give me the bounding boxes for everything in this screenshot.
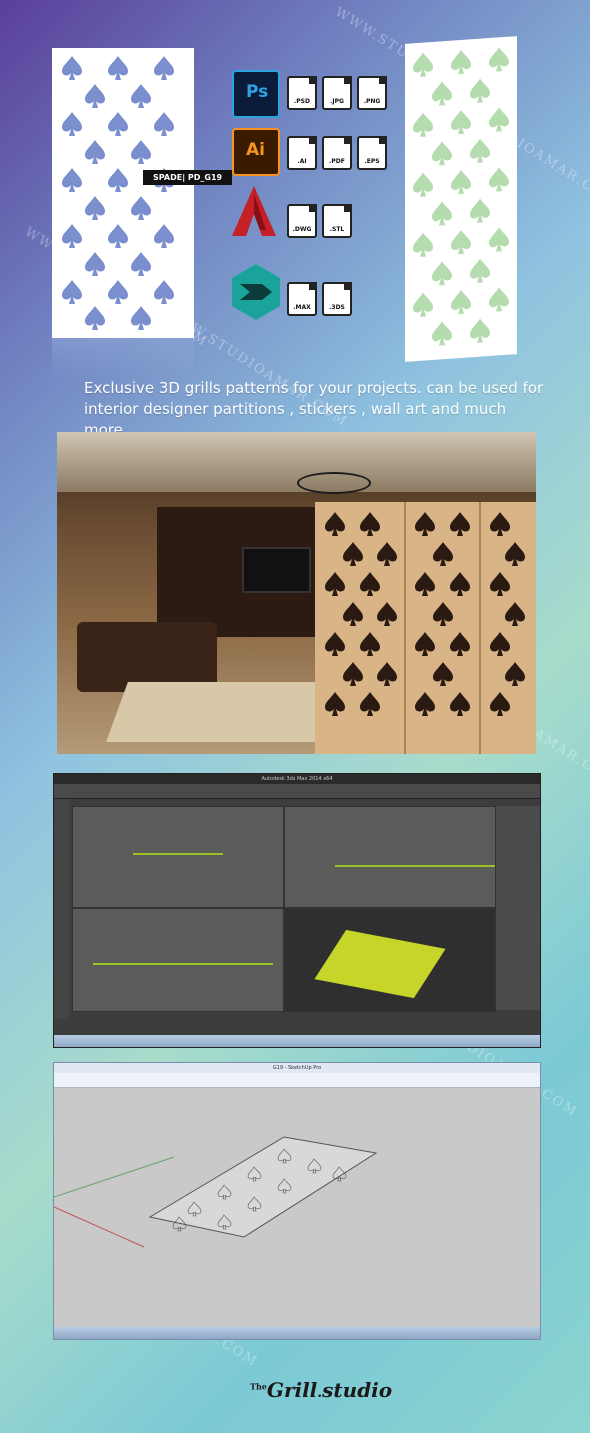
viewport-left[interactable] xyxy=(72,908,284,1012)
product-tag: SPADE| PD_G19 xyxy=(143,170,233,185)
spade-panel-front xyxy=(52,48,194,338)
jpg-file-icon: .JPG xyxy=(322,76,352,110)
left-toolbar[interactable] xyxy=(54,799,70,1019)
photoshop-icon-label: Ps xyxy=(246,82,269,102)
window-title: G19 - SketchUp Pro xyxy=(54,1063,540,1073)
brand-suffix: studio xyxy=(322,1378,393,1402)
3ds-file-icon: .3DS xyxy=(322,282,352,316)
viewport-front[interactable] xyxy=(284,806,496,908)
illustrator-icon: Ai xyxy=(232,128,280,176)
autocad-icon xyxy=(232,186,276,236)
description-line-1: Exclusive 3D grills patterns for your pr… xyxy=(84,379,544,397)
sketchup-window: G19 - SketchUp Pro xyxy=(53,1062,541,1340)
autocad-logo-icon xyxy=(232,186,276,236)
panel-reflection xyxy=(52,338,194,378)
ceiling-lamp-icon xyxy=(297,472,371,494)
eps-file-icon: .EPS xyxy=(357,136,387,170)
psd-file-icon: .PSD xyxy=(287,76,317,110)
3ds-max-icon xyxy=(232,264,280,320)
photoshop-icon: Ps xyxy=(232,70,280,118)
main-toolbar[interactable] xyxy=(54,1073,540,1088)
command-panel[interactable] xyxy=(496,806,540,1010)
png-file-icon: .PNG xyxy=(357,76,387,110)
grill-partition xyxy=(315,502,536,754)
3ds-max-logo-icon xyxy=(232,264,280,320)
spade-pattern-icon xyxy=(413,46,509,347)
max-file-icon: .MAX xyxy=(287,282,317,316)
illustrator-icon-label: Ai xyxy=(246,140,265,160)
rug xyxy=(106,682,348,742)
ai-file-icon: .AI xyxy=(287,136,317,170)
spade-panel-perspective xyxy=(405,36,517,362)
spade-pattern-icon xyxy=(62,56,174,330)
taskbar[interactable] xyxy=(54,1035,540,1047)
main-toolbar[interactable] xyxy=(54,784,540,799)
brand-prefix: The xyxy=(250,1381,267,1392)
window-title: Autodesk 3ds Max 2014 x64 xyxy=(54,774,540,784)
brand-logo: TheGrill.studio xyxy=(250,1378,393,1402)
pdf-file-icon: .PDF xyxy=(322,136,352,170)
viewport-perspective[interactable] xyxy=(284,908,496,1012)
stl-file-icon: .STL xyxy=(322,204,352,238)
page: WWW.STUDIOAMAR.COM WWW.STUDIOAMAR.COM WW… xyxy=(0,0,590,1433)
partition-spade-pattern-icon xyxy=(325,502,525,754)
room-render xyxy=(57,432,536,754)
viewport-top[interactable] xyxy=(72,806,284,908)
3ds-max-window: Autodesk 3ds Max 2014 x64 xyxy=(53,773,541,1048)
sketchup-canvas[interactable] xyxy=(54,1087,540,1327)
grill-model xyxy=(314,929,446,999)
brand-name: Grill xyxy=(266,1378,318,1402)
dwg-file-icon: .DWG xyxy=(287,204,317,238)
taskbar[interactable] xyxy=(54,1327,540,1339)
television xyxy=(242,547,311,593)
